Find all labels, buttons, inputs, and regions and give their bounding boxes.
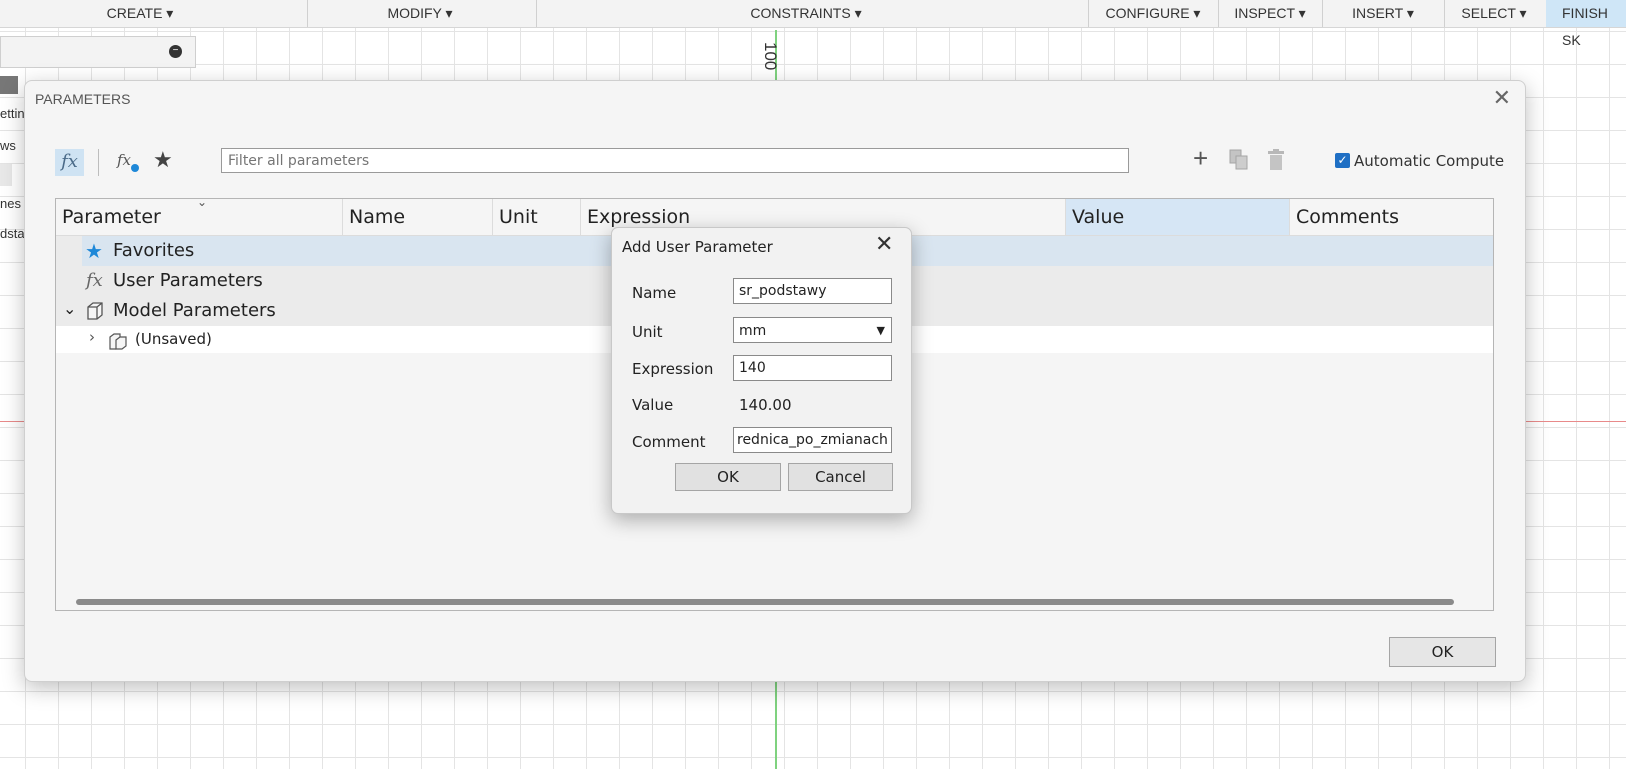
close-icon[interactable]: ✕ <box>1493 85 1511 111</box>
star-icon: ★ <box>85 239 103 263</box>
fx-icon: fx <box>86 270 103 291</box>
filter-parameters-input[interactable] <box>221 148 1129 173</box>
add-user-parameter-dialog: Add User Parameter ✕ Name Unit mm ▼ Expr… <box>611 227 912 514</box>
collapse-browser-icon[interactable]: − <box>169 45 182 58</box>
toolbar-divider <box>1444 0 1445 27</box>
name-label: Name <box>632 284 677 302</box>
constraints-menu[interactable]: CONSTRAINTS ▾ <box>748 0 864 27</box>
unit-value: mm <box>739 323 767 339</box>
ok-button[interactable]: OK <box>1389 637 1496 667</box>
cancel-button[interactable]: Cancel <box>788 463 893 491</box>
toolbar-divider <box>536 0 537 27</box>
finish-sketch-button[interactable]: FINISH SK <box>1546 0 1626 48</box>
insert-menu[interactable]: INSERT ▾ <box>1346 0 1420 27</box>
dialog-title: PARAMETERS <box>35 91 131 107</box>
browser-fragment-block <box>0 76 18 94</box>
browser-fragment-box <box>0 164 12 186</box>
sort-indicator-icon: ⌄ <box>197 198 208 209</box>
inspect-menu[interactable]: INSPECT ▾ <box>1230 0 1310 27</box>
select-menu[interactable]: SELECT ▾ <box>1456 0 1532 27</box>
column-header-unit[interactable]: Unit <box>493 199 581 235</box>
component-icon <box>109 333 127 350</box>
toolbar-divider <box>1088 0 1089 27</box>
comment-field[interactable] <box>733 427 892 453</box>
chevron-down-icon[interactable]: ⌄ <box>63 299 76 318</box>
create-menu[interactable]: CREATE ▾ <box>96 0 184 27</box>
fx-icon[interactable]: fx <box>55 149 84 176</box>
column-header-value[interactable]: Value <box>1066 199 1290 235</box>
top-toolbar: CREATE ▾ MODIFY ▾ CONSTRAINTS ▾ CONFIGUR… <box>0 0 1626 48</box>
ok-button[interactable]: OK <box>675 463 781 491</box>
dialog-title: Add User Parameter <box>622 238 773 256</box>
modify-menu[interactable]: MODIFY ▾ <box>380 0 460 27</box>
automatic-compute-label: Automatic Compute <box>1354 152 1505 170</box>
toolbar-divider <box>1322 0 1323 27</box>
toolbar-divider <box>1218 0 1219 27</box>
column-header-comments[interactable]: Comments <box>1290 199 1493 235</box>
unit-label: Unit <box>632 323 663 341</box>
browser-item-fragment[interactable]: ws <box>0 138 16 153</box>
configure-menu[interactable]: CONFIGURE ▾ <box>1100 0 1206 27</box>
expression-label: Expression <box>632 360 714 378</box>
dimension-label[interactable]: 100 <box>760 42 780 70</box>
model-cube-icon <box>87 302 103 320</box>
dropdown-arrow-icon: ▼ <box>876 324 885 337</box>
expression-field[interactable] <box>733 355 892 381</box>
toolbar-divider <box>307 0 308 27</box>
tree-label: Model Parameters <box>113 300 276 321</box>
toolbar-divider <box>98 149 99 176</box>
browser-item-fragment[interactable]: ettin <box>0 106 25 121</box>
star-icon[interactable]: ★ <box>153 147 173 173</box>
value-label: Value <box>632 396 674 414</box>
x-axis-line-right <box>1524 421 1626 422</box>
value-display: 140.00 <box>739 396 792 414</box>
name-field[interactable] <box>733 278 892 304</box>
tree-label: (Unsaved) <box>135 330 212 348</box>
tree-label: Favorites <box>113 240 195 261</box>
automatic-compute-checkbox[interactable]: ✓ <box>1335 153 1350 168</box>
browser-item-fragment[interactable]: dsta <box>0 226 25 241</box>
copy-icon[interactable] <box>1229 149 1249 171</box>
plus-icon[interactable]: + <box>1193 143 1208 174</box>
trash-icon[interactable] <box>1267 149 1285 171</box>
horizontal-scrollbar[interactable] <box>76 599 1454 605</box>
close-icon[interactable]: ✕ <box>875 232 893 257</box>
tree-label: User Parameters <box>113 270 263 291</box>
user-badge-icon <box>131 164 139 172</box>
chevron-right-icon[interactable]: › <box>89 328 95 346</box>
browser-panel-header[interactable] <box>0 36 196 68</box>
column-header-name[interactable]: Name <box>343 199 493 235</box>
browser-item-fragment[interactable]: nes <box>0 196 21 211</box>
comment-label: Comment <box>632 433 706 451</box>
unit-select[interactable]: mm ▼ <box>733 317 892 343</box>
user-fx-icon[interactable]: fx <box>117 151 131 169</box>
